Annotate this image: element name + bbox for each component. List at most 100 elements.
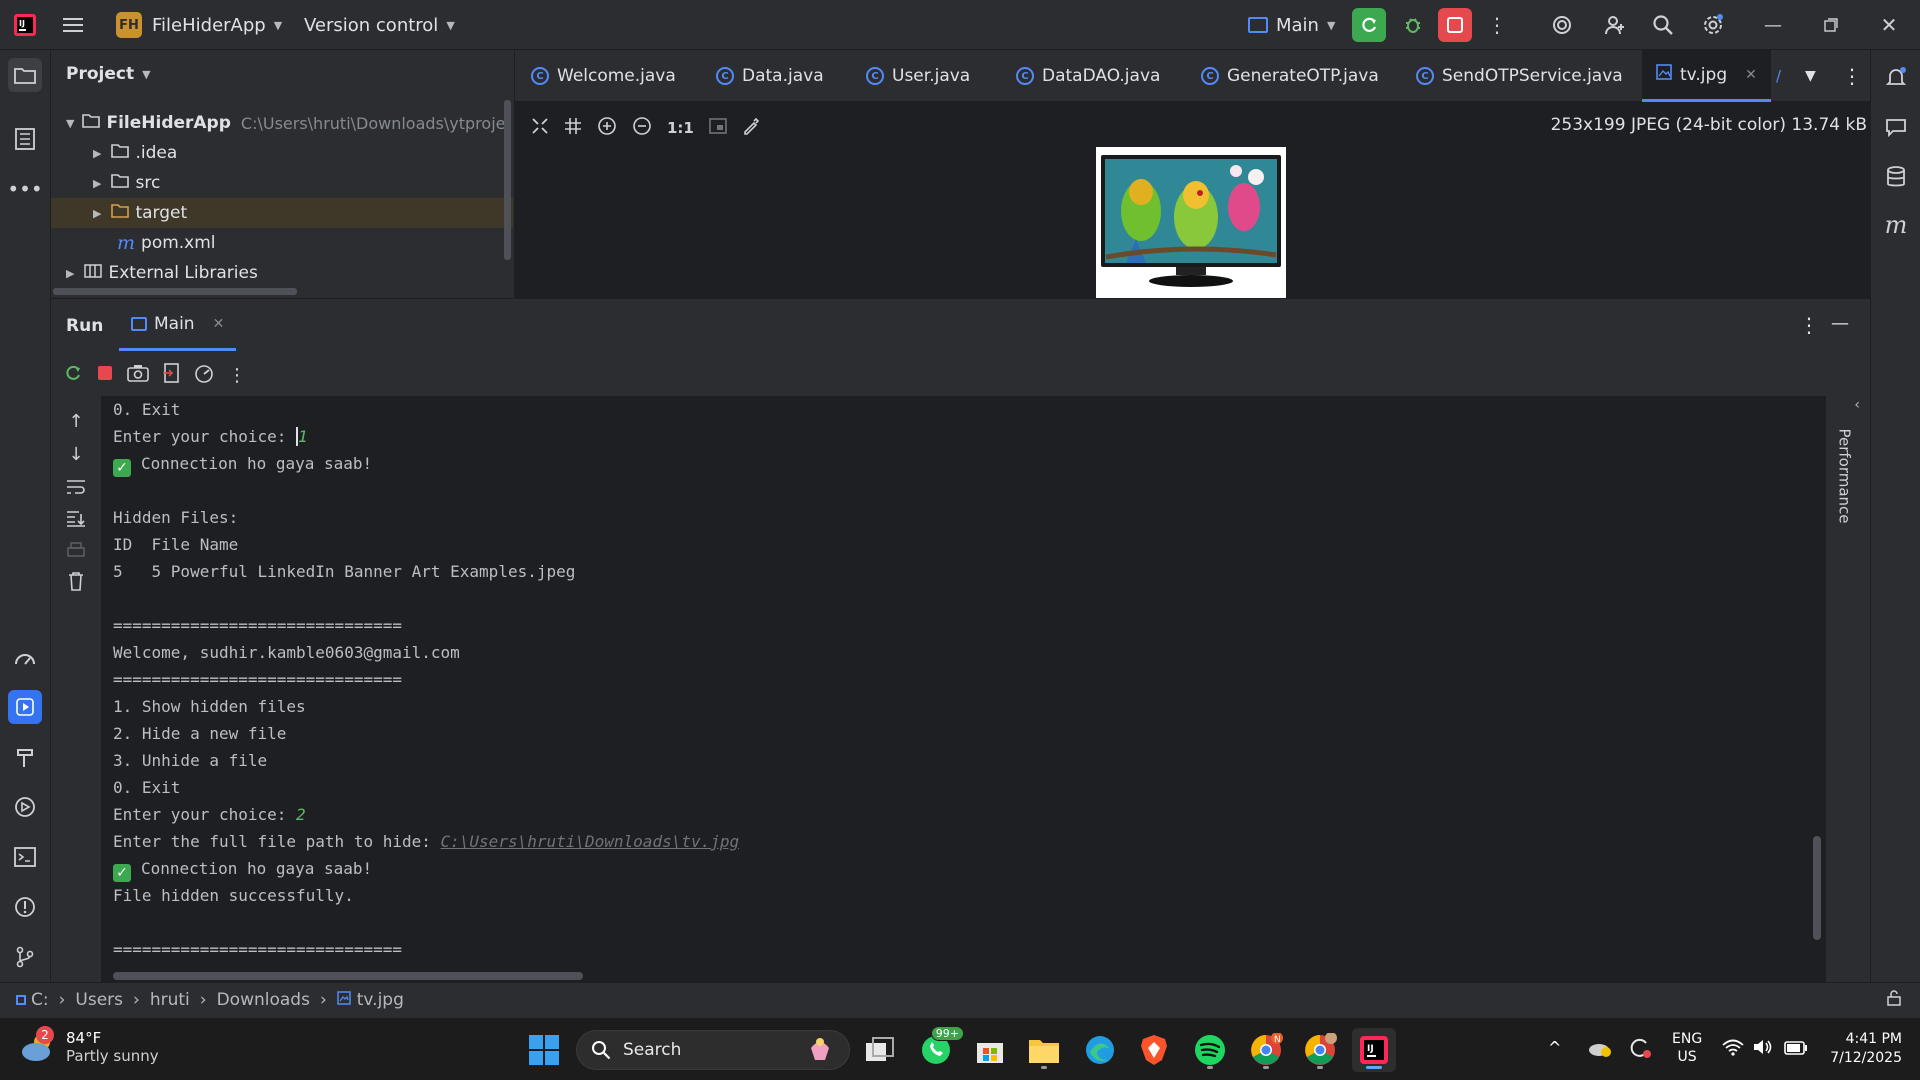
- main-menu-icon[interactable]: [58, 0, 88, 50]
- grid-icon[interactable]: [564, 117, 582, 139]
- file-path-link[interactable]: C:\Users\hruti\Downloads\tv.jpg: [441, 832, 740, 851]
- tab-more-icon[interactable]: ⋮: [1842, 50, 1862, 102]
- edge-browser-icon[interactable]: [1078, 1028, 1122, 1072]
- tab-datadao-java[interactable]: C DataDAO.java: [1016, 50, 1160, 102]
- maven-icon[interactable]: m: [1879, 208, 1913, 242]
- services-icon[interactable]: [8, 790, 42, 824]
- task-view-icon[interactable]: [858, 1028, 902, 1072]
- actual-size-button[interactable]: 1:1: [667, 119, 694, 137]
- color-picker-icon[interactable]: [742, 117, 760, 139]
- zoom-out-icon[interactable]: [632, 116, 652, 140]
- console-vertical-scrollbar[interactable]: [1813, 836, 1821, 940]
- performance-side-tab[interactable]: Performance: [1835, 428, 1853, 523]
- project-switcher[interactable]: FH FileHiderApp ▼: [116, 0, 282, 50]
- volume-icon[interactable]: [1752, 1038, 1774, 1060]
- system-clock[interactable]: 4:41 PM 7/12/2025: [1826, 1030, 1902, 1068]
- tree-row-pom[interactable]: m pom.xml: [117, 228, 216, 258]
- close-window-icon[interactable]: ✕: [1872, 8, 1906, 42]
- fit-zoom-icon[interactable]: [531, 117, 549, 139]
- problems-icon[interactable]: [8, 890, 42, 924]
- search-icon[interactable]: [1646, 8, 1680, 42]
- breadcrumb-users[interactable]: Users: [75, 990, 123, 1010]
- intellij-logo-icon[interactable]: IJ: [10, 0, 40, 50]
- tree-row-src[interactable]: ▶ src: [93, 168, 160, 198]
- tab-list-chevron-icon[interactable]: ▼: [1805, 50, 1816, 102]
- horizontal-scrollbar[interactable]: [53, 288, 297, 295]
- more-actions-icon[interactable]: ⋮: [228, 365, 246, 386]
- notifications-bell-icon[interactable]: [1879, 60, 1913, 94]
- terminal-icon[interactable]: [8, 840, 42, 874]
- tab-user-java[interactable]: C User.java: [866, 50, 970, 102]
- breadcrumb-drive[interactable]: C:: [16, 990, 49, 1010]
- spotify-icon[interactable]: [1188, 1028, 1232, 1072]
- tree-row-target[interactable]: ▶ target: [51, 198, 513, 228]
- background-toggle-icon[interactable]: [709, 117, 727, 139]
- run-tab-main[interactable]: Main ✕: [119, 299, 237, 351]
- file-explorer-icon[interactable]: [1022, 1028, 1066, 1072]
- input-language[interactable]: ENG US: [1672, 1030, 1702, 1066]
- minimize-window-icon[interactable]: —: [1756, 8, 1790, 42]
- chrome-profile-icon[interactable]: [1298, 1028, 1342, 1072]
- windows-start-icon[interactable]: [522, 1028, 566, 1072]
- breadcrumb-downloads[interactable]: Downloads: [217, 990, 310, 1010]
- vcs-menu[interactable]: Version control ▼: [304, 0, 455, 50]
- run-tool-icon[interactable]: [8, 690, 42, 724]
- restore-window-icon[interactable]: [1814, 8, 1848, 42]
- show-hidden-icons-chevron-icon[interactable]: ^: [1548, 1038, 1561, 1057]
- arrow-down-icon[interactable]: ↓: [59, 437, 93, 471]
- project-panel-header[interactable]: Project ▼: [66, 64, 151, 84]
- weather-widget[interactable]: 2 84°F Partly sunny: [20, 1026, 159, 1066]
- whatsapp-icon[interactable]: 99+: [914, 1026, 964, 1072]
- close-tab-icon[interactable]: ✕: [213, 316, 225, 332]
- tab-tv-jpg[interactable]: tv.jpg ✕: [1642, 50, 1771, 102]
- project-view-icon[interactable]: [8, 58, 42, 92]
- git-branch-icon[interactable]: [8, 940, 42, 974]
- microsoft-store-icon[interactable]: [968, 1028, 1012, 1072]
- ai-assistant-icon[interactable]: [1545, 8, 1579, 42]
- profiler-icon[interactable]: [8, 640, 42, 674]
- structure-icon[interactable]: [8, 122, 42, 156]
- trash-icon[interactable]: [59, 564, 93, 598]
- scroll-to-end-icon[interactable]: [59, 502, 93, 536]
- battery-icon[interactable]: [1784, 1040, 1808, 1059]
- breadcrumb-file[interactable]: tv.jpg: [337, 990, 404, 1010]
- tab-welcome-java[interactable]: C Welcome.java: [531, 50, 676, 102]
- chrome-profile-n-icon[interactable]: N: [1244, 1028, 1288, 1072]
- sync-error-icon[interactable]: [1628, 1037, 1652, 1063]
- more-tools-icon[interactable]: •••: [7, 172, 42, 206]
- exit-icon[interactable]: [162, 363, 180, 387]
- run-config-selector[interactable]: Main ▼: [1248, 0, 1335, 50]
- read-only-lock-icon[interactable]: [1886, 989, 1902, 1011]
- database-icon[interactable]: [1879, 160, 1913, 194]
- print-icon[interactable]: [59, 534, 93, 568]
- vertical-scrollbar[interactable]: [504, 100, 511, 260]
- debug-icon[interactable]: [1396, 8, 1430, 42]
- add-user-icon[interactable]: [1598, 8, 1632, 42]
- tree-row-idea[interactable]: ▶ .idea: [93, 138, 177, 168]
- brave-browser-icon[interactable]: [1132, 1028, 1176, 1072]
- screenshot-camera-icon[interactable]: [127, 364, 149, 386]
- wifi-icon[interactable]: [1722, 1038, 1744, 1060]
- ai-chat-icon[interactable]: [1879, 110, 1913, 144]
- build-hammer-icon[interactable]: [8, 740, 42, 774]
- console-horizontal-scrollbar[interactable]: [113, 972, 583, 980]
- console-output[interactable]: 0. Exit Enter your choice: 1 ✓ Connection…: [101, 396, 1826, 982]
- breadcrumb-hruti[interactable]: hruti: [150, 990, 190, 1010]
- rerun-button[interactable]: [1352, 8, 1386, 42]
- arrow-up-icon[interactable]: ↑: [59, 404, 93, 438]
- stop-button[interactable]: [1438, 8, 1472, 42]
- stop-icon[interactable]: [96, 364, 114, 386]
- tab-generateotp-java[interactable]: C GenerateOTP.java: [1201, 50, 1379, 102]
- tab-sendotpservice-java[interactable]: C SendOTPService.java: [1416, 50, 1623, 102]
- options-more-icon[interactable]: ⋮: [1799, 313, 1819, 337]
- intellij-taskbar-icon[interactable]: IJ: [1352, 1028, 1396, 1072]
- settings-gear-icon[interactable]: [1696, 8, 1730, 42]
- onedrive-status-icon[interactable]: [1588, 1038, 1612, 1062]
- taskbar-search-box[interactable]: Search: [576, 1030, 850, 1070]
- hide-panel-icon[interactable]: —: [1831, 313, 1849, 334]
- tree-row-root[interactable]: ▼ FileHiderApp C:\Users\hruti\Downloads\…: [66, 108, 506, 138]
- zoom-in-icon[interactable]: [597, 116, 617, 140]
- profiler-icon[interactable]: [193, 363, 215, 387]
- close-tab-icon[interactable]: ✕: [1745, 67, 1757, 83]
- tree-row-external-libraries[interactable]: ▶ External Libraries: [66, 258, 258, 288]
